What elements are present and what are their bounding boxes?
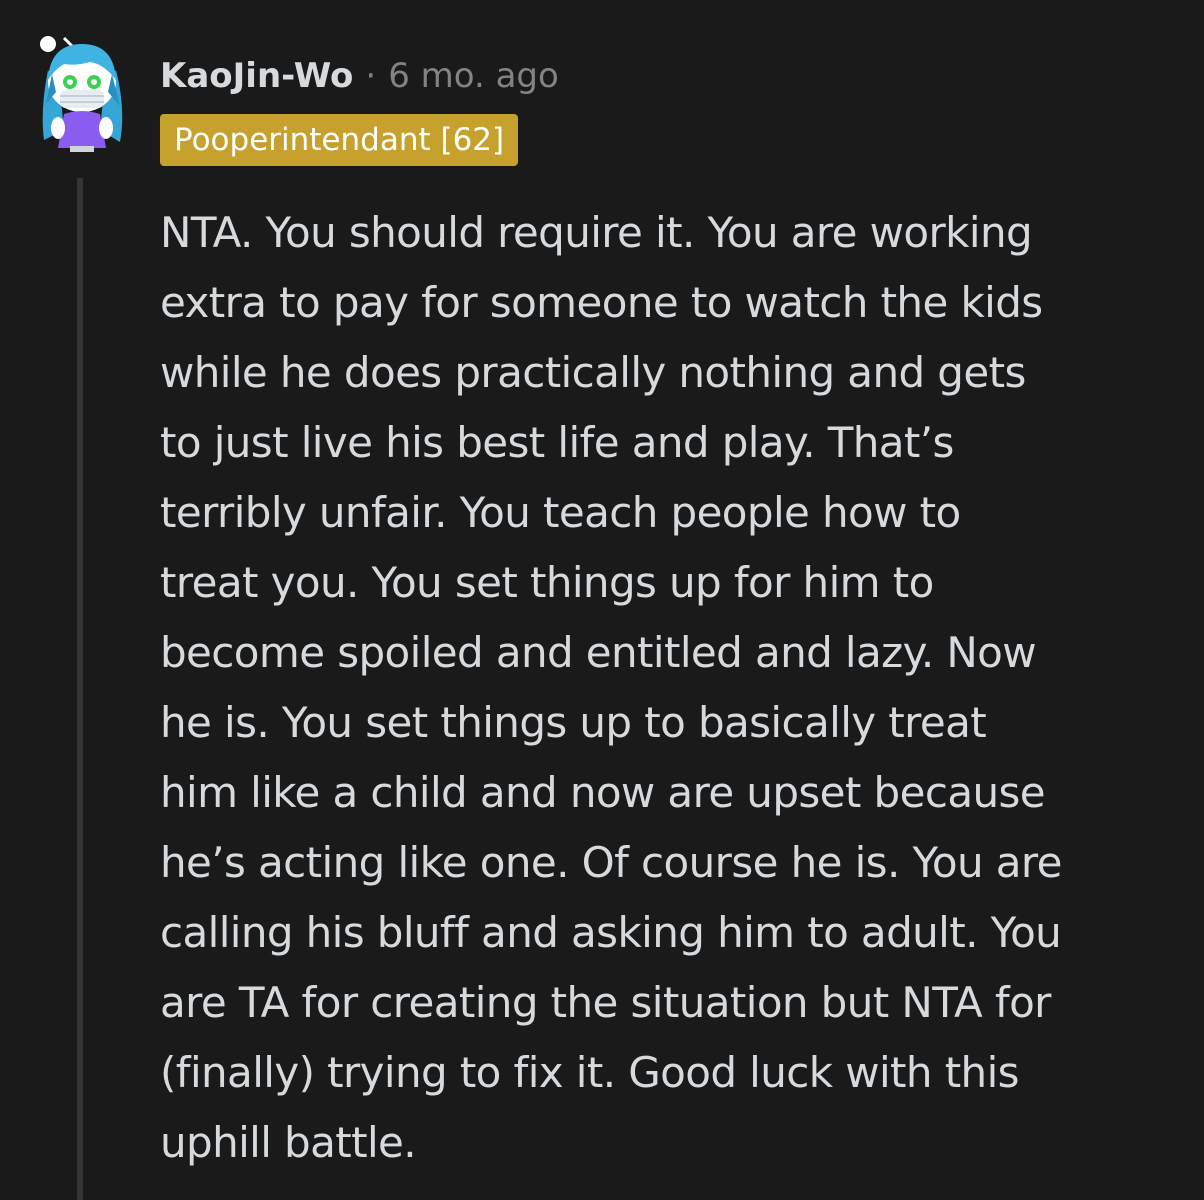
comment-body-line: become spoiled and entitled and lazy. No… [160,628,1037,677]
comment-body-line: terribly unfair. You teach people how to [160,488,961,537]
snoo-avatar-icon [38,34,123,152]
comment-body-line: him like a child and now are upset becau… [160,768,1046,817]
user-flair: Pooperintendant [62] [160,114,519,166]
comment-body-line: treat you. You set things up for him to [160,558,934,607]
comment-meta: KaoJin-Wo · 6 mo. ago [160,52,559,100]
comment-body-line: extra to pay for someone to watch the ki… [160,278,1043,327]
comment-body-line: are TA for creating the situation but NT… [160,978,1051,1027]
comment-body-line: to just live his best life and play. Tha… [160,418,954,467]
comment-body-line: while he does practically nothing and ge… [160,348,1026,397]
comment-body-line: he’s acting like one. Of course he is. Y… [160,838,1063,887]
comment: KaoJin-Wo · 6 mo. ago Pooperintendant [6… [0,0,1204,1200]
user-avatar-icon[interactable] [30,30,134,158]
meta-separator: · [365,56,377,96]
comment-body-line: he is. You set things up to basically tr… [160,698,987,747]
author-username[interactable]: KaoJin-Wo [160,52,353,100]
comment-body-line: (finally) trying to fix it. Good luck wi… [160,1048,1020,1097]
comment-body-line: calling his bluff and asking him to adul… [160,908,1062,957]
comment-body-line: uphill battle. [160,1118,417,1167]
comment-timestamp[interactable]: 6 mo. ago [388,52,559,100]
comment-body-line: NTA. You should require it. You are work… [160,208,1033,257]
comment-body: NTA. You should require it. You are work… [160,198,1150,1178]
thread-collapse-line[interactable] [77,178,83,1200]
